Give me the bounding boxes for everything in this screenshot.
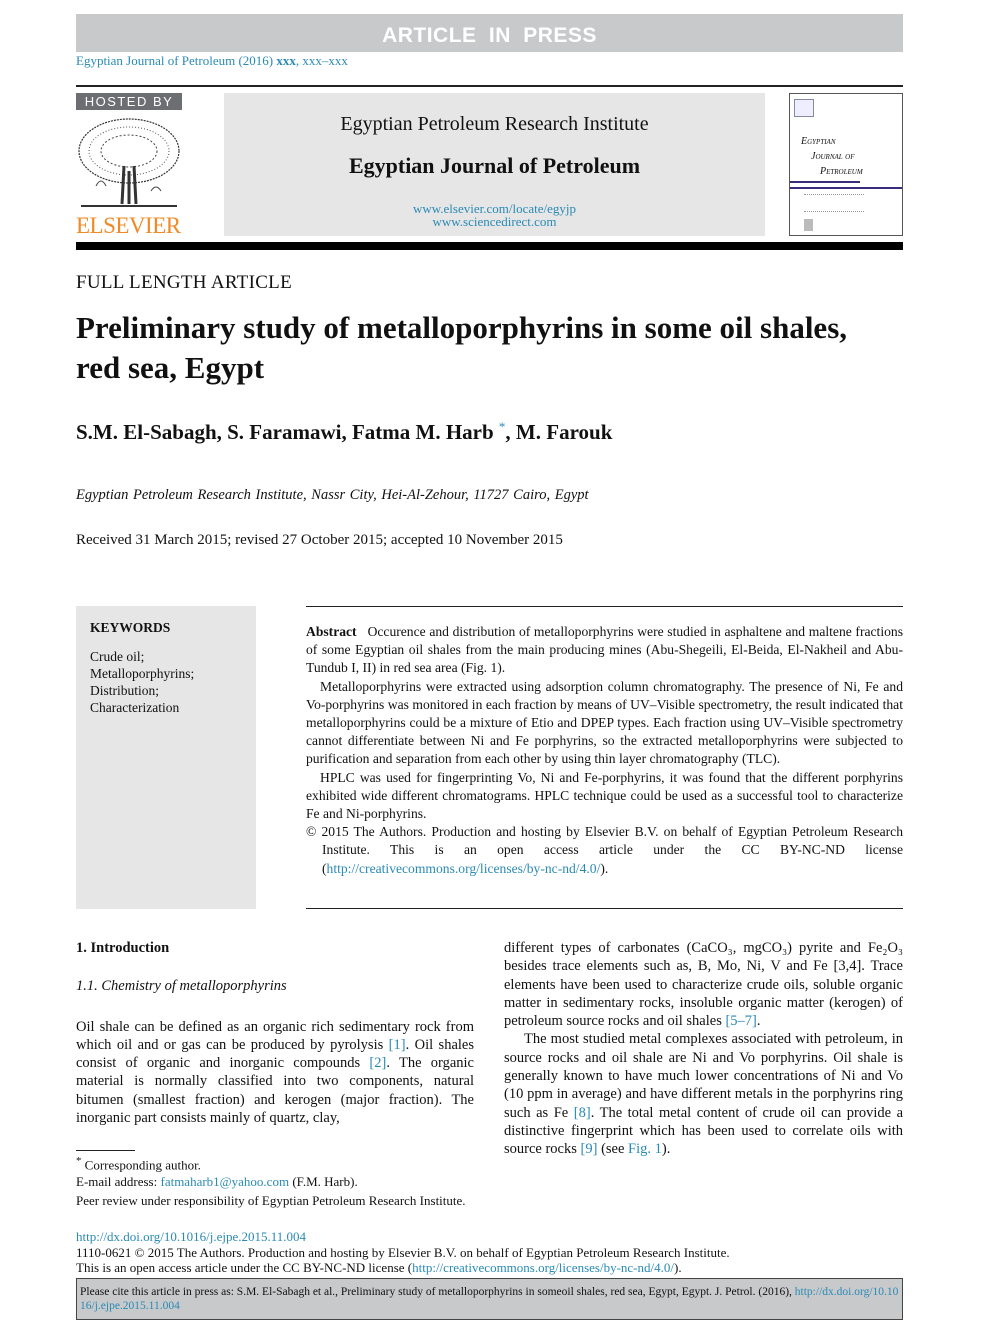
body-column-right: different types of carbonates (CaCO₃, mg…	[504, 939, 903, 1159]
authors: , M. Farouk	[505, 420, 613, 444]
figure-link[interactable]: Fig. 1	[628, 1141, 662, 1157]
license-text: ).	[600, 860, 609, 876]
section-heading: 1. Introduction	[76, 940, 170, 956]
abstract-license: © 2015 The Authors. Production and hosti…	[306, 823, 903, 878]
journal-name: Egyptian Journal of Petroleum	[348, 153, 641, 178]
text: E-mail address:	[76, 1174, 161, 1190]
reference-link[interactable]: [8]	[574, 1105, 591, 1121]
volume: xxx	[276, 53, 296, 68]
cover-stripe	[790, 181, 860, 183]
abstract-label: Abstract	[306, 624, 357, 639]
text: different types of carbonates (CaCO₃, mg…	[504, 940, 903, 1030]
hosted-by-label: HOSTED BY	[76, 93, 182, 110]
email-footnote: E-mail address: fatmaharb1@yahoo.com (F.…	[76, 1173, 474, 1190]
reference-link[interactable]: [1]	[389, 1037, 406, 1053]
institute-name: Egyptian Petroleum Research Institute	[340, 113, 649, 135]
reference-link[interactable]: [9]	[581, 1141, 598, 1157]
cover-logo	[804, 219, 813, 231]
article-type: FULL LENGTH ARTICLE	[76, 272, 292, 293]
subsection-heading: 1.1. Chemistry of metalloporphyrins	[76, 978, 287, 995]
cover-stripe	[790, 187, 902, 189]
author-list: S.M. El-Sabagh, S. Faramawi, Fatma M. Ha…	[76, 419, 612, 445]
journal-citation-line[interactable]: Egyptian Journal of Petroleum (2016) xxx…	[76, 53, 348, 69]
pages: , xxx–xxx	[295, 53, 348, 68]
footnote-divider	[76, 1150, 135, 1151]
keyword: Distribution;	[90, 683, 160, 698]
sciencedirect-link[interactable]: www.sciencedirect.com	[224, 214, 765, 230]
affiliation: Egyptian Petroleum Research Institute, N…	[76, 487, 589, 503]
peer-review-note: Peer review under responsibility of Egyp…	[76, 1193, 466, 1209]
article-title: Preliminary study of metalloporphyrins i…	[76, 310, 848, 385]
keyword: Crude oil;	[90, 649, 145, 664]
header-divider	[76, 242, 903, 250]
elsevier-tree-logo-icon	[78, 118, 180, 207]
divider	[76, 85, 903, 87]
divider	[306, 908, 903, 909]
journal-cover-thumbnail[interactable]: Egyptian Journal of Petroleum	[789, 93, 903, 236]
journal-link[interactable]: Egyptian Journal of Petroleum (2016)	[76, 53, 273, 68]
keyword: Metalloporphyrins;	[90, 666, 195, 681]
text: Please cite this article in press as: S.…	[80, 1286, 795, 1298]
text: ).	[673, 1260, 682, 1275]
doi-link[interactable]: http://dx.doi.org/10.1016/j.ejpe.2015.11…	[76, 1229, 730, 1245]
text: ).	[661, 1141, 671, 1158]
body-paragraph: The most studied metal complexes associa…	[504, 1030, 903, 1158]
cite-this-article-box: Please cite this article in press as: S.…	[76, 1278, 903, 1320]
authors: S.M. El-Sabagh, S. Faramawi, Fatma M. Ha…	[76, 420, 494, 444]
text: (see	[597, 1141, 629, 1158]
copyright: 1110-0621 © 2015 The Authors. Production…	[76, 1244, 730, 1260]
article-in-press-banner: ARTICLE IN PRESS	[76, 14, 903, 52]
license-line: This is an open access article under the…	[76, 1260, 730, 1276]
keywords-box: KEYWORDS Crude oil; Metalloporphyrins; D…	[76, 606, 256, 909]
body-column-left: 1. Introduction 1.1. Chemistry of metall…	[76, 939, 474, 1127]
body-paragraph: different types of carbonates (CaCO₃, mg…	[504, 939, 903, 1030]
cover-title-line: Petroleum	[820, 166, 863, 177]
abstract: Abstract Occurence and distribution of m…	[306, 623, 903, 878]
body-paragraph: Oil shale can be defined as an organic r…	[76, 1018, 474, 1128]
cover-text	[804, 194, 864, 212]
doi-block: http://dx.doi.org/10.1016/j.ejpe.2015.11…	[76, 1229, 730, 1276]
text: Corresponding author.	[81, 1157, 201, 1173]
text: This is an open access article under the…	[76, 1260, 413, 1275]
journal-emblem-icon	[794, 99, 814, 117]
abstract-paragraph: HPLC was used for fingerprinting Vo, Ni …	[306, 769, 903, 822]
text: (F.M. Harb).	[289, 1174, 358, 1190]
divider	[306, 606, 903, 607]
keywords-heading: KEYWORDS	[90, 620, 171, 635]
abstract-paragraph: Metalloporphyrins were extracted using a…	[306, 678, 903, 767]
keyword: Characterization	[90, 700, 180, 715]
cover-title-line: Journal of	[811, 151, 855, 162]
text: .	[756, 1013, 761, 1030]
reference-link[interactable]: [5–7]	[725, 1013, 756, 1029]
article-dates: Received 31 March 2015; revised 27 Octob…	[76, 532, 563, 548]
cover-title-line: Egyptian	[801, 136, 836, 147]
elsevier-logo: ELSEVIER	[76, 213, 181, 238]
abstract-paragraph: Occurence and distribution of metallopor…	[306, 624, 903, 676]
email-link[interactable]: fatmaharb1@yahoo.com	[160, 1174, 289, 1189]
footnotes: * Corresponding author. E-mail address: …	[76, 1153, 474, 1209]
journal-banner: Egyptian Petroleum Research Institute Eg…	[224, 93, 765, 236]
license-link[interactable]: http://creativecommons.org/licenses/by-n…	[327, 861, 601, 876]
corresponding-footnote: * Corresponding author.	[76, 1153, 474, 1173]
license-link[interactable]: http://creativecommons.org/licenses/by-n…	[412, 1260, 674, 1275]
reference-link[interactable]: [2]	[369, 1055, 386, 1071]
